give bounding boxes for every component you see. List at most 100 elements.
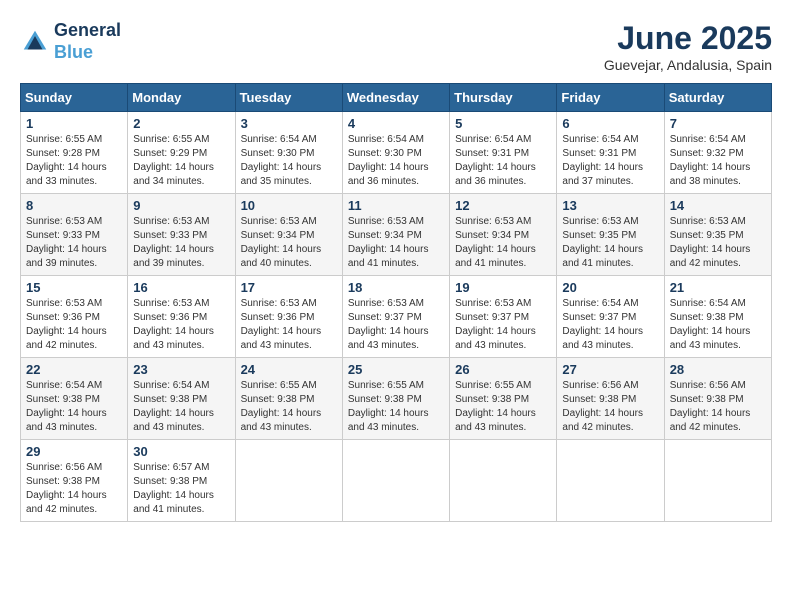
day-info: Sunrise: 6:54 AM Sunset: 9:30 PM Dayligh… <box>348 133 444 189</box>
calendar-week-row: 8Sunrise: 6:53 AM Sunset: 9:33 PM Daylig… <box>21 194 772 276</box>
day-info: Sunrise: 6:56 AM Sunset: 9:38 PM Dayligh… <box>26 461 122 517</box>
day-number: 26 <box>455 362 551 377</box>
calendar-cell <box>664 440 771 522</box>
day-number: 25 <box>348 362 444 377</box>
day-info: Sunrise: 6:55 AM Sunset: 9:29 PM Dayligh… <box>133 133 229 189</box>
header-saturday: Saturday <box>664 84 771 112</box>
month-title: June 2025 <box>604 20 772 57</box>
calendar-week-row: 29Sunrise: 6:56 AM Sunset: 9:38 PM Dayli… <box>21 440 772 522</box>
calendar-cell: 20 Sunrise: 6:54 AM Sunset: 9:37 PM Dayli… <box>557 276 664 358</box>
logo-text: General Blue <box>54 20 121 63</box>
day-number: 11 <box>348 198 444 213</box>
calendar-cell: 9Sunrise: 6:53 AM Sunset: 9:33 PM Daylig… <box>128 194 235 276</box>
title-area: June 2025 Guevejar, Andalusia, Spain <box>604 20 772 73</box>
calendar-cell: 8Sunrise: 6:53 AM Sunset: 9:33 PM Daylig… <box>21 194 128 276</box>
day-number: 5 <box>455 116 551 131</box>
day-info: Sunrise: 6:54 AM Sunset: 9:31 PM Dayligh… <box>455 133 551 189</box>
calendar-header-row: SundayMondayTuesdayWednesdayThursdayFrid… <box>21 84 772 112</box>
calendar-week-row: 22 Sunrise: 6:54 AM Sunset: 9:38 PM Dayli… <box>21 358 772 440</box>
day-info: Sunrise: 6:53 AM Sunset: 9:35 PM Dayligh… <box>670 215 766 271</box>
day-info: Sunrise: 6:54 AM Sunset: 9:38 PM Dayligh… <box>133 379 229 435</box>
calendar-cell: 30 Sunrise: 6:57 AM Sunset: 9:38 PM Dayli… <box>128 440 235 522</box>
day-info: Sunrise: 6:53 AM Sunset: 9:34 PM Dayligh… <box>348 215 444 271</box>
day-info: Sunrise: 6:54 AM Sunset: 9:30 PM Dayligh… <box>241 133 337 189</box>
calendar-cell: 1 Sunrise: 6:55 AM Sunset: 9:28 PM Daylig… <box>21 112 128 194</box>
calendar-cell: 13 Sunrise: 6:53 AM Sunset: 9:35 PM Dayli… <box>557 194 664 276</box>
day-info: Sunrise: 6:53 AM Sunset: 9:34 PM Dayligh… <box>455 215 551 271</box>
calendar-week-row: 1 Sunrise: 6:55 AM Sunset: 9:28 PM Daylig… <box>21 112 772 194</box>
day-info: Sunrise: 6:53 AM Sunset: 9:37 PM Dayligh… <box>348 297 444 353</box>
day-info: Sunrise: 6:54 AM Sunset: 9:31 PM Dayligh… <box>562 133 658 189</box>
header-thursday: Thursday <box>450 84 557 112</box>
day-number: 17 <box>241 280 337 295</box>
calendar-cell: 16Sunrise: 6:53 AM Sunset: 9:36 PM Dayli… <box>128 276 235 358</box>
day-info: Sunrise: 6:54 AM Sunset: 9:37 PM Dayligh… <box>562 297 658 353</box>
day-number: 13 <box>562 198 658 213</box>
calendar-cell <box>342 440 449 522</box>
calendar-cell: 11 Sunrise: 6:53 AM Sunset: 9:34 PM Dayli… <box>342 194 449 276</box>
day-number: 19 <box>455 280 551 295</box>
location-subtitle: Guevejar, Andalusia, Spain <box>604 57 772 73</box>
day-number: 18 <box>348 280 444 295</box>
calendar-cell: 21 Sunrise: 6:54 AM Sunset: 9:38 PM Dayli… <box>664 276 771 358</box>
day-number: 2 <box>133 116 229 131</box>
page-header: General Blue June 2025 Guevejar, Andalus… <box>20 20 772 73</box>
day-number: 28 <box>670 362 766 377</box>
calendar-cell: 4 Sunrise: 6:54 AM Sunset: 9:30 PM Daylig… <box>342 112 449 194</box>
day-number: 9 <box>133 198 229 213</box>
day-info: Sunrise: 6:54 AM Sunset: 9:38 PM Dayligh… <box>670 297 766 353</box>
header-tuesday: Tuesday <box>235 84 342 112</box>
logo: General Blue <box>20 20 121 63</box>
day-number: 30 <box>133 444 229 459</box>
day-number: 1 <box>26 116 122 131</box>
day-number: 15 <box>26 280 122 295</box>
calendar-cell <box>450 440 557 522</box>
header-monday: Monday <box>128 84 235 112</box>
calendar-table: SundayMondayTuesdayWednesdayThursdayFrid… <box>20 83 772 522</box>
calendar-cell: 27Sunrise: 6:56 AM Sunset: 9:38 PM Dayli… <box>557 358 664 440</box>
day-number: 4 <box>348 116 444 131</box>
calendar-cell: 28Sunrise: 6:56 AM Sunset: 9:38 PM Dayli… <box>664 358 771 440</box>
calendar-cell: 29Sunrise: 6:56 AM Sunset: 9:38 PM Dayli… <box>21 440 128 522</box>
calendar-cell: 3 Sunrise: 6:54 AM Sunset: 9:30 PM Daylig… <box>235 112 342 194</box>
calendar-cell: 10 Sunrise: 6:53 AM Sunset: 9:34 PM Dayli… <box>235 194 342 276</box>
calendar-cell: 26Sunrise: 6:55 AM Sunset: 9:38 PM Dayli… <box>450 358 557 440</box>
day-number: 10 <box>241 198 337 213</box>
day-info: Sunrise: 6:53 AM Sunset: 9:35 PM Dayligh… <box>562 215 658 271</box>
day-number: 20 <box>562 280 658 295</box>
day-number: 3 <box>241 116 337 131</box>
day-info: Sunrise: 6:55 AM Sunset: 9:28 PM Dayligh… <box>26 133 122 189</box>
calendar-cell: 14 Sunrise: 6:53 AM Sunset: 9:35 PM Dayli… <box>664 194 771 276</box>
day-number: 7 <box>670 116 766 131</box>
day-number: 16 <box>133 280 229 295</box>
calendar-cell: 5 Sunrise: 6:54 AM Sunset: 9:31 PM Daylig… <box>450 112 557 194</box>
calendar-cell: 12 Sunrise: 6:53 AM Sunset: 9:34 PM Dayli… <box>450 194 557 276</box>
calendar-cell: 23Sunrise: 6:54 AM Sunset: 9:38 PM Dayli… <box>128 358 235 440</box>
day-info: Sunrise: 6:53 AM Sunset: 9:36 PM Dayligh… <box>241 297 337 353</box>
calendar-cell: 22Sunrise: 6:54 AM Sunset: 9:38 PM Dayli… <box>21 358 128 440</box>
day-info: Sunrise: 6:55 AM Sunset: 9:38 PM Dayligh… <box>348 379 444 435</box>
calendar-cell: 2 Sunrise: 6:55 AM Sunset: 9:29 PM Daylig… <box>128 112 235 194</box>
calendar-cell: 25 Sunrise: 6:55 AM Sunset: 9:38 PM Dayli… <box>342 358 449 440</box>
calendar-cell <box>557 440 664 522</box>
day-number: 6 <box>562 116 658 131</box>
day-number: 22 <box>26 362 122 377</box>
calendar-cell <box>235 440 342 522</box>
day-number: 12 <box>455 198 551 213</box>
header-sunday: Sunday <box>21 84 128 112</box>
day-number: 14 <box>670 198 766 213</box>
calendar-week-row: 15 Sunrise: 6:53 AM Sunset: 9:36 PM Dayli… <box>21 276 772 358</box>
day-info: Sunrise: 6:55 AM Sunset: 9:38 PM Dayligh… <box>241 379 337 435</box>
header-friday: Friday <box>557 84 664 112</box>
header-wednesday: Wednesday <box>342 84 449 112</box>
day-number: 21 <box>670 280 766 295</box>
calendar-cell: 18 Sunrise: 6:53 AM Sunset: 9:37 PM Dayli… <box>342 276 449 358</box>
calendar-cell: 15Sunrise: 6:53 AM Sunset: 9:36 PM Dayli… <box>21 276 128 358</box>
day-number: 24 <box>241 362 337 377</box>
calendar-cell: 7Sunrise: 6:54 AM Sunset: 9:32 PM Daylig… <box>664 112 771 194</box>
day-number: 8 <box>26 198 122 213</box>
day-info: Sunrise: 6:57 AM Sunset: 9:38 PM Dayligh… <box>133 461 229 517</box>
day-info: Sunrise: 6:53 AM Sunset: 9:34 PM Dayligh… <box>241 215 337 271</box>
day-info: Sunrise: 6:53 AM Sunset: 9:37 PM Dayligh… <box>455 297 551 353</box>
calendar-cell: 19 Sunrise: 6:53 AM Sunset: 9:37 PM Dayli… <box>450 276 557 358</box>
